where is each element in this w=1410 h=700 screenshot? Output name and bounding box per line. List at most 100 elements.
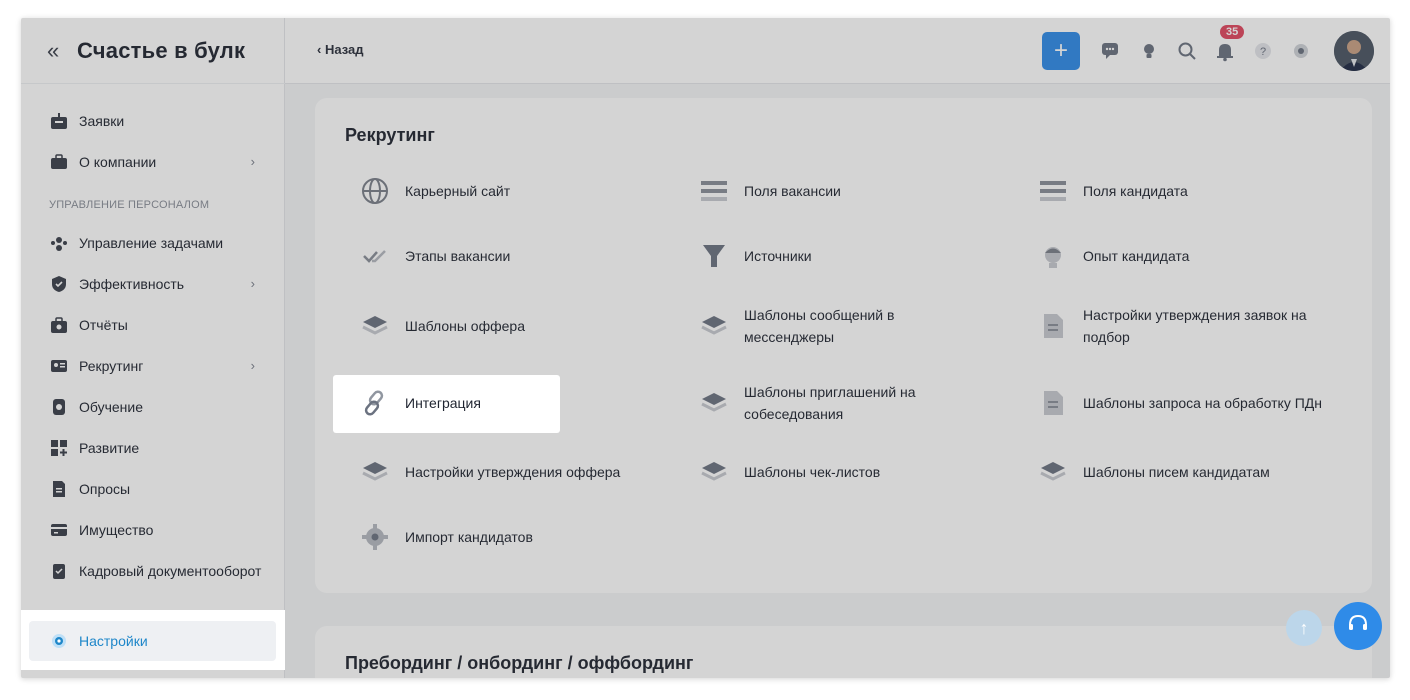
person-icon: [1038, 241, 1068, 271]
sidebar-item-property[interactable]: Имущество: [21, 509, 285, 550]
documents-icon: [50, 562, 68, 580]
tile-label: Шаблоны сообщений в мессенджеры: [744, 307, 895, 345]
sidebar-item-recruiting[interactable]: Рекрутинг ›: [21, 345, 285, 386]
gear-icon[interactable]: [1288, 38, 1314, 64]
svg-text:?: ?: [1260, 46, 1266, 58]
tile-integration-spotlight[interactable]: Интеграция: [360, 381, 481, 425]
tile-label: Настройки утверждения оффера: [405, 464, 621, 480]
nav-section-label: УПРАВЛЕНИЕ ПЕРСОНАЛОМ: [49, 199, 210, 211]
tile-label: Источники: [744, 248, 812, 264]
survey-icon: [50, 480, 68, 498]
sidebar-item-company[interactable]: О компании ›: [21, 141, 285, 182]
tile-request-approval-settings[interactable]: Настройки утверждения заявок на подбор: [1038, 304, 1343, 348]
sidebar-item-tasks[interactable]: Управление задачами: [21, 222, 285, 263]
tile-candidate-letter-templates[interactable]: Шаблоны писем кандидатам: [1038, 457, 1353, 487]
sidebar-item-requests[interactable]: Заявки: [21, 100, 285, 141]
recruiting-settings-card: Рекрутинг Карьерный сайт Поля вакансии П…: [315, 98, 1372, 593]
bell-icon[interactable]: 35: [1212, 25, 1245, 64]
sidebar-item-surveys[interactable]: Опросы: [21, 468, 285, 509]
shield-check-icon: [50, 275, 68, 293]
tile-checklist-templates[interactable]: Шаблоны чек-листов: [699, 457, 1014, 487]
section-title: Пребординг / онбординг / оффбординг: [345, 653, 694, 673]
sidebar-item-label: Кадровый документооборот: [79, 562, 262, 579]
chat-icon[interactable]: [1098, 38, 1124, 64]
link-icon: [360, 388, 390, 418]
briefcase-icon: [50, 153, 68, 171]
layers-icon: [360, 457, 390, 487]
sidebar-item-label: Заявки: [79, 112, 125, 129]
layers-icon: [699, 311, 729, 341]
tile-label: Поля вакансии: [744, 183, 841, 199]
headset-icon: [1346, 612, 1370, 641]
sidebar-item-label: Эффективность: [79, 275, 185, 292]
tile-label: Карьерный сайт: [405, 183, 511, 199]
app-window: ‹ Назад + 35 ? « Счастье в булк Заявки О…: [21, 18, 1390, 678]
tile-candidate-experience[interactable]: Опыт кандидата: [1038, 241, 1353, 271]
tile-offer-approval-settings[interactable]: Настройки утверждения оффера: [360, 457, 675, 487]
integration-spotlight[interactable]: Интеграция: [333, 375, 560, 433]
id-card-icon: [50, 357, 68, 375]
tile-messenger-templates[interactable]: Шаблоны сообщений в мессенджеры: [699, 304, 944, 348]
tile-label: Шаблоны приглашений на собеседования: [744, 384, 916, 422]
tile-label: Опыт кандидата: [1083, 248, 1190, 264]
sidebar-item-settings[interactable]: Настройки: [29, 621, 276, 661]
search-icon[interactable]: [1174, 38, 1200, 64]
section-title: Рекрутинг: [345, 125, 435, 145]
tile-import-candidates[interactable]: Импорт кандидатов: [360, 522, 675, 552]
sidebar-item-label: Обучение: [79, 398, 144, 415]
tile-label: Настройки утверждения заявок на подбор: [1083, 307, 1307, 345]
tile-sources[interactable]: Источники: [699, 241, 1014, 271]
help-icon[interactable]: ?: [1250, 38, 1276, 64]
funnel-icon: [699, 241, 729, 271]
wallet-icon: [50, 521, 68, 539]
document-icon: [1038, 311, 1068, 341]
tile-label: Шаблоны оффера: [405, 318, 525, 334]
add-button[interactable]: +: [1042, 32, 1080, 70]
double-chevron-left-icon[interactable]: «: [47, 38, 77, 64]
avatar[interactable]: [1334, 31, 1374, 71]
sidebar-item-development[interactable]: Развитие: [21, 427, 285, 468]
layers-icon: [699, 388, 729, 418]
lines-icon: [1038, 176, 1068, 206]
layers-icon: [1038, 457, 1068, 487]
tile-label: Интеграция: [405, 395, 481, 411]
document-icon: [1038, 388, 1068, 418]
scroll-up-button[interactable]: ↑: [1286, 610, 1322, 646]
sidebar-item-label: Опросы: [79, 480, 131, 497]
idea-icon[interactable]: [1136, 38, 1162, 64]
header-actions: + 35 ?: [1042, 25, 1374, 74]
back-link[interactable]: ‹ Назад: [317, 42, 364, 57]
tile-vacancy-stages[interactable]: Этапы вакансии: [360, 241, 675, 271]
back-label: Назад: [324, 42, 364, 57]
tile-label: Импорт кандидатов: [405, 529, 533, 545]
support-button[interactable]: [1334, 602, 1382, 650]
tile-vacancy-fields[interactable]: Поля вакансии: [699, 176, 1014, 206]
team-icon: [50, 234, 68, 252]
sidebar-item-hr-docs[interactable]: Кадровый документооборот: [21, 550, 285, 591]
double-check-icon: [360, 241, 390, 271]
sidebar-item-learning[interactable]: Обучение: [21, 386, 285, 427]
sidebar-item-performance[interactable]: Эффективность ›: [21, 263, 285, 304]
tile-pd-request-templates[interactable]: Шаблоны запроса на обработку ПДн: [1038, 381, 1323, 425]
sidebar-item-label: Рекрутинг: [79, 357, 144, 374]
settings-spotlight: Настройки: [21, 610, 285, 670]
tile-offer-templates[interactable]: Шаблоны оффера: [360, 304, 675, 348]
globe-icon: [360, 176, 390, 206]
tile-interview-invites[interactable]: Шаблоны приглашений на собеседования: [699, 381, 944, 425]
sidebar-header: « Счастье в булк: [21, 18, 285, 84]
gear-icon: [50, 632, 68, 650]
inbox-icon: [50, 112, 68, 130]
sidebar-item-label: Управление задачами: [79, 234, 224, 251]
tile-candidate-fields[interactable]: Поля кандидата: [1038, 176, 1353, 206]
gear-icon: [360, 522, 390, 552]
top-header: ‹ Назад + 35 ?: [285, 18, 1390, 84]
tile-career-site[interactable]: Карьерный сайт: [360, 176, 675, 206]
lines-icon: [699, 176, 729, 206]
grid-plus-icon: [50, 439, 68, 457]
sidebar-item-reports[interactable]: Отчёты: [21, 304, 285, 345]
sidebar-nav: Заявки О компании › УПРАВЛЕНИЕ ПЕРСОНАЛО…: [21, 100, 285, 591]
tile-label: Шаблоны чек-листов: [744, 464, 881, 480]
boarding-settings-card: Пребординг / онбординг / оффбординг: [315, 626, 1372, 678]
sidebar-item-label: Отчёты: [79, 316, 128, 333]
sidebar-item-label: О компании: [79, 153, 157, 170]
